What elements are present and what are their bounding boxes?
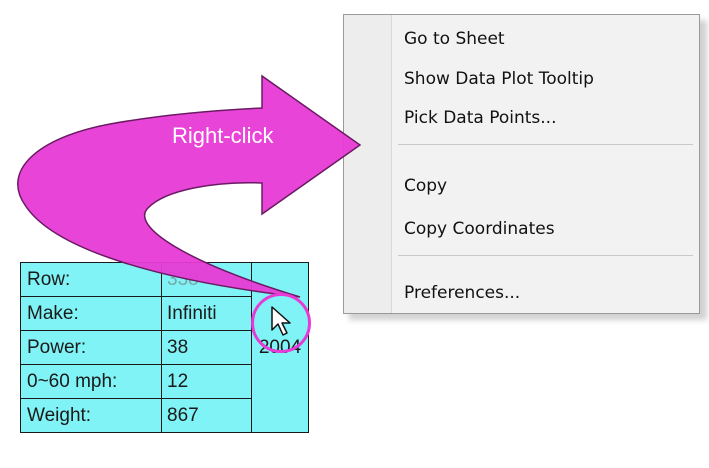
menu-item-copy-coordinates[interactable]: Copy Coordinates (392, 210, 693, 248)
mouse-pointer-icon (271, 306, 291, 336)
menu-separator (398, 144, 693, 145)
power-label: Power: (20, 330, 162, 365)
weight-value: 867 (161, 398, 252, 433)
weight-label: Weight: (20, 398, 162, 433)
menu-item-copy[interactable]: Copy (392, 167, 693, 205)
menu-item-preferences[interactable]: Preferences... (392, 274, 693, 312)
row-value: 338 (161, 262, 252, 297)
make-label: Make: (20, 296, 162, 331)
acceleration-label: 0~60 mph: (20, 364, 162, 399)
context-menu: Go to Sheet Show Data Plot Tooltip Pick … (343, 14, 700, 314)
menu-item-pick-data-points[interactable]: Pick Data Points... (392, 99, 693, 137)
menu-item-show-data-plot-tooltip[interactable]: Show Data Plot Tooltip (392, 60, 693, 98)
table-row: Row: 338 2004 (20, 262, 309, 433)
acceleration-value: 12 (161, 364, 252, 399)
row-label: Row: (20, 262, 162, 297)
make-value: Infiniti (161, 296, 252, 331)
power-value: 38 (161, 330, 252, 365)
menu-separator (398, 255, 693, 256)
right-click-label: Right-click (172, 123, 274, 148)
menu-item-go-to-sheet[interactable]: Go to Sheet (392, 20, 693, 58)
menu-icon-gutter (344, 15, 392, 313)
